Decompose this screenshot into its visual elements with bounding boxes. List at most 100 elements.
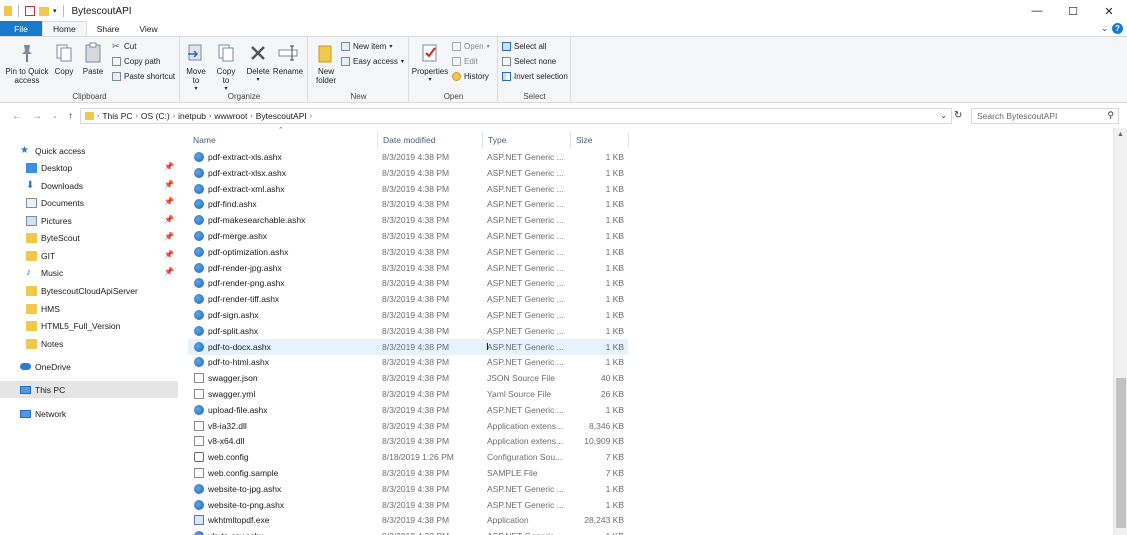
up-arrow-icon[interactable]: ↑ (68, 111, 73, 122)
copy-path-button[interactable]: Copy path (112, 57, 160, 66)
scrollbar-thumb[interactable] (1116, 378, 1126, 528)
file-row[interactable]: pdf-to-html.ashx 8/3/2019 4:38 PM ASP.NET … (188, 354, 628, 370)
address-field[interactable]: › This PC › OS (C:) › inetpub › wwwroot … (80, 108, 952, 124)
select-all-button[interactable]: Select all (502, 42, 546, 51)
column-header-name[interactable]: Name (188, 132, 378, 148)
chevron-right-icon[interactable]: › (136, 113, 138, 120)
file-row[interactable]: swagger.yml 8/3/2019 4:38 PM Yaml Source F… (188, 386, 628, 402)
copy-to-button[interactable]: Copy to ▾ (213, 41, 239, 94)
nav-item-quick-access[interactable]: ★ Quick access (0, 142, 178, 159)
file-row[interactable]: website-to-jpg.ashx 8/3/2019 4:38 PM ASP.N… (188, 481, 628, 497)
file-row[interactable]: pdf-split.ashx 8/3/2019 4:38 PM ASP.NET Ge… (188, 323, 628, 339)
paste-shortcut-button[interactable]: Paste shortcut (112, 72, 175, 81)
minimize-button[interactable]: — (1019, 0, 1055, 22)
file-row[interactable]: pdf-makesearchable.ashx 8/3/2019 4:38 PM A… (188, 212, 628, 228)
file-row[interactable]: v8-ia32.dll 8/3/2019 4:38 PM Application e… (188, 418, 628, 434)
tab-file[interactable]: File (0, 21, 42, 36)
chevron-down-icon[interactable]: ▾ (53, 7, 57, 15)
nav-item-git[interactable]: GIT 📌 (0, 247, 178, 264)
vertical-scrollbar[interactable]: ▲ (1113, 128, 1127, 535)
file-row[interactable]: web.config 8/18/2019 1:26 PM Configuration… (188, 449, 628, 465)
breadcrumb-wwwroot[interactable]: wwwroot (214, 111, 247, 121)
file-row[interactable]: xls-to-csv.ashx 8/3/2019 4:38 PM ASP.NET G… (188, 528, 628, 535)
pin-icon[interactable]: 📌 (164, 267, 174, 276)
cut-button[interactable]: ✂ Cut (112, 42, 136, 52)
back-arrow-icon[interactable]: ← (12, 111, 22, 122)
file-row[interactable]: web.config.sample 8/3/2019 4:38 PM SAMPLE … (188, 465, 628, 481)
open-button[interactable]: Open ▾ (452, 42, 490, 51)
nav-item-desktop[interactable]: Desktop 📌 (0, 159, 178, 176)
breadcrumb-bytescoutapi[interactable]: BytescoutAPI (256, 111, 307, 121)
select-none-button[interactable]: Select none (502, 57, 556, 66)
chevron-right-icon[interactable]: › (173, 113, 175, 120)
chevron-down-icon[interactable]: ⌄ (940, 111, 947, 120)
file-row[interactable]: v8-x64.dll 8/3/2019 4:38 PM Application ex… (188, 433, 628, 449)
nav-item-bytescout[interactable]: ByteScout 📌 (0, 229, 178, 246)
pin-icon[interactable]: 📌 (164, 180, 174, 189)
new-item-button[interactable]: New item ▾ (341, 42, 392, 51)
file-row[interactable]: pdf-extract-xml.ashx 8/3/2019 4:38 PM ASP.… (188, 181, 628, 197)
file-row[interactable]: upload-file.ashx 8/3/2019 4:38 PM ASP.NET … (188, 402, 628, 418)
forward-arrow-icon[interactable]: → (32, 111, 42, 122)
new-folder-icon[interactable] (39, 6, 49, 16)
chevron-down-icon[interactable]: ⌄ (1101, 24, 1108, 33)
copy-button[interactable]: Copy (52, 41, 76, 76)
pin-icon[interactable]: 📌 (164, 250, 174, 259)
nav-item-notes[interactable]: Notes (0, 335, 178, 352)
chevron-right-icon[interactable]: › (310, 113, 312, 120)
chevron-right-icon[interactable]: › (250, 113, 252, 120)
rename-button[interactable]: Rename (273, 41, 303, 76)
pin-to-quick-access-button[interactable]: Pin to Quick access (4, 41, 50, 85)
delete-button[interactable]: Delete ▾ (245, 41, 271, 85)
breadcrumb-this-pc[interactable]: This PC (102, 111, 132, 121)
nav-item-bytescoutcloudapiserver[interactable]: BytescoutCloudApiServer (0, 282, 178, 299)
nav-item-html5-full-version[interactable]: HTML5_Full_Version (0, 317, 178, 334)
breadcrumb-inetpub[interactable]: inetpub (178, 111, 206, 121)
easy-access-button[interactable]: Easy access ▾ (341, 57, 404, 66)
file-row[interactable]: pdf-render-png.ashx 8/3/2019 4:38 PM ASP.N… (188, 275, 628, 291)
properties-button[interactable]: Properties ▾ (412, 41, 448, 85)
new-folder-button[interactable]: New folder (313, 41, 339, 85)
file-row[interactable]: pdf-extract-xls.ashx 8/3/2019 4:38 PM ASP.… (188, 149, 628, 165)
file-row[interactable]: website-to-png.ashx 8/3/2019 4:38 PM ASP.N… (188, 497, 628, 513)
file-row[interactable]: pdf-extract-xlsx.ashx 8/3/2019 4:38 PM ASP… (188, 165, 628, 181)
pin-icon[interactable]: 📌 (164, 232, 174, 241)
nav-item-hms[interactable]: HMS (0, 300, 178, 317)
breadcrumb-os-c[interactable]: OS (C:) (141, 111, 170, 121)
nav-item-this-pc[interactable]: This PC (0, 381, 178, 398)
file-row[interactable]: pdf-sign.ashx 8/3/2019 4:38 PM ASP.NET Gen… (188, 307, 628, 323)
search-icon[interactable]: ⚲ (1107, 110, 1114, 121)
help-icon[interactable]: ? (1112, 23, 1123, 34)
nav-item-documents[interactable]: Documents 📌 (0, 194, 178, 211)
nav-item-downloads[interactable]: ⬇ Downloads 📌 (0, 177, 178, 194)
chevron-down-icon[interactable]: ⌄ (52, 112, 58, 120)
file-row[interactable]: wkhtmltopdf.exe 8/3/2019 4:38 PM Applicati… (188, 512, 628, 528)
pin-icon[interactable]: 📌 (164, 215, 174, 224)
chevron-right-icon[interactable]: › (97, 113, 99, 120)
nav-item-music[interactable]: ♪ Music 📌 (0, 264, 178, 281)
column-header-size[interactable]: Size (571, 132, 629, 148)
edit-button[interactable]: Edit (452, 57, 478, 66)
file-row[interactable]: pdf-to-docx.ashx 8/3/2019 4:38 PM ASP.NET … (188, 338, 628, 355)
scroll-up-arrow-icon[interactable]: ▲ (1117, 131, 1124, 138)
file-row[interactable]: pdf-optimization.ashx 8/3/2019 4:38 PM ASP… (188, 244, 628, 260)
nav-item-network[interactable]: Network (0, 405, 178, 422)
refresh-icon[interactable]: ↻ (954, 110, 966, 122)
tab-home[interactable]: Home (42, 21, 87, 36)
chevron-right-icon[interactable]: › (209, 113, 211, 120)
move-to-button[interactable]: Move to ▾ (183, 41, 209, 94)
search-input[interactable]: Search BytescoutAPI ⚲ (971, 108, 1119, 124)
column-header-date-modified[interactable]: Date modified (378, 132, 483, 148)
file-row[interactable]: pdf-render-jpg.ashx 8/3/2019 4:38 PM ASP.N… (188, 260, 628, 276)
nav-item-onedrive[interactable]: OneDrive (0, 358, 178, 375)
file-row[interactable]: pdf-find.ashx 8/3/2019 4:38 PM ASP.NET Gen… (188, 196, 628, 212)
tab-view[interactable]: View (129, 21, 167, 36)
file-row[interactable]: pdf-render-tiff.ashx 8/3/2019 4:38 PM ASP.… (188, 291, 628, 307)
maximize-button[interactable]: ☐ (1055, 0, 1091, 22)
pin-icon[interactable]: 📌 (164, 197, 174, 206)
properties-icon[interactable] (25, 6, 35, 16)
nav-item-pictures[interactable]: Pictures 📌 (0, 212, 178, 229)
tab-share[interactable]: Share (87, 21, 130, 36)
file-row[interactable]: swagger.json 8/3/2019 4:38 PM JSON Source … (188, 370, 628, 386)
column-header-type[interactable]: Type (483, 132, 571, 148)
